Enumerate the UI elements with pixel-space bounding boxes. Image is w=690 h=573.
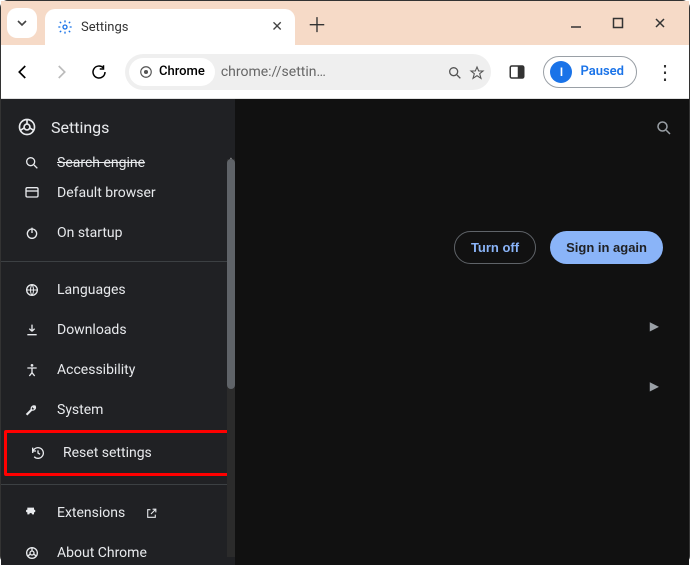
sidebar-item-extensions[interactable]: Extensions [1,493,235,533]
forward-button[interactable] [49,61,73,82]
sidebar-item-reset-settings[interactable]: Reset settings [7,433,229,473]
settings-header: Settings [1,99,689,155]
maximize-button[interactable] [611,16,625,30]
chrome-icon [139,65,153,79]
settings-title: Settings [51,118,109,137]
sidebar-item-accessibility[interactable]: Accessibility [1,350,235,390]
paused-label: Paused [580,64,624,79]
search-icon [23,155,41,171]
settings-page: Settings ▲ Search engine Default browser… [1,99,689,565]
sidebar-item-system[interactable]: System [1,390,235,430]
window-controls [569,16,689,30]
close-window-button[interactable] [653,16,667,30]
sidebar-item-label: Languages [57,282,126,298]
sidebar-separator [1,261,235,262]
zoom-icon[interactable] [447,62,463,81]
sidebar-item-label: System [57,402,103,418]
sidebar-item-on-startup[interactable]: On startup [1,213,235,253]
sign-in-again-button[interactable]: Sign in again [550,231,663,264]
settings-sidebar: ▲ Search engine Default browser On start… [1,99,235,565]
sidebar-item-default-browser[interactable]: Default browser [1,173,235,213]
sidebar-item-label: Accessibility [57,362,135,378]
sidebar-item-label: Search engine [57,155,145,171]
chrome-logo-icon [17,117,37,137]
tab-search-dropdown[interactable] [7,8,37,38]
power-icon [23,225,41,241]
back-button[interactable] [11,61,35,82]
sidebar-item-about-chrome[interactable]: About Chrome [1,533,235,573]
site-chip[interactable]: Chrome [129,58,215,86]
chrome-icon [23,545,41,561]
sync-action-row: Turn off Sign in again [235,205,689,264]
minimize-button[interactable] [569,16,583,30]
sidebar-item-label: On startup [57,225,123,241]
avatar: I [550,61,572,83]
side-panel-icon[interactable] [505,62,529,82]
sidebar-item-search-engine[interactable]: Search engine [1,155,235,173]
sidebar-item-label: Default browser [57,185,156,201]
chevron-down-icon [16,17,28,29]
reset-settings-highlight: Reset settings [4,430,232,476]
close-tab-button[interactable]: ✕ [271,19,283,35]
globe-icon [23,282,41,298]
chevron-right-icon[interactable]: ▶ [650,379,659,393]
sidebar-item-downloads[interactable]: Downloads [1,310,235,350]
settings-main-panel: Turn off Sign in again ▶ ▶ [235,99,689,565]
wrench-icon [23,402,41,418]
sidebar-separator [1,484,235,485]
address-bar[interactable]: Chrome chrome://settin… [125,54,491,90]
tab-strip: Settings ✕ ＋ [1,1,689,45]
reload-button[interactable] [87,61,111,82]
browser-tab[interactable]: Settings ✕ [45,9,295,45]
download-icon [23,322,41,338]
search-settings-button[interactable] [655,117,673,137]
gear-icon [57,19,73,35]
new-tab-button[interactable]: ＋ [307,9,327,38]
tab-title: Settings [81,20,263,35]
bookmark-icon[interactable] [469,62,485,81]
sidebar-item-label: About Chrome [57,545,147,561]
sidebar-item-languages[interactable]: Languages [1,270,235,310]
sidebar-scrollbar-thumb[interactable] [227,159,235,389]
browser-toolbar: Chrome chrome://settin… I Paused ⋮ [1,45,689,99]
chrome-menu-button[interactable]: ⋮ [651,60,679,84]
sidebar-item-label: Reset settings [63,445,152,461]
history-icon [29,445,47,461]
turn-off-button[interactable]: Turn off [454,231,536,264]
profile-paused-button[interactable]: I Paused [543,56,637,88]
url-text: chrome://settin… [221,64,442,80]
sidebar-item-label: Extensions [57,505,125,521]
puzzle-icon [23,505,41,521]
chevron-right-icon[interactable]: ▶ [650,319,659,333]
sidebar-item-label: Downloads [57,322,127,338]
site-chip-label: Chrome [159,64,205,79]
accessibility-icon [23,362,41,378]
external-link-icon [145,505,158,521]
browser-icon [23,185,41,201]
